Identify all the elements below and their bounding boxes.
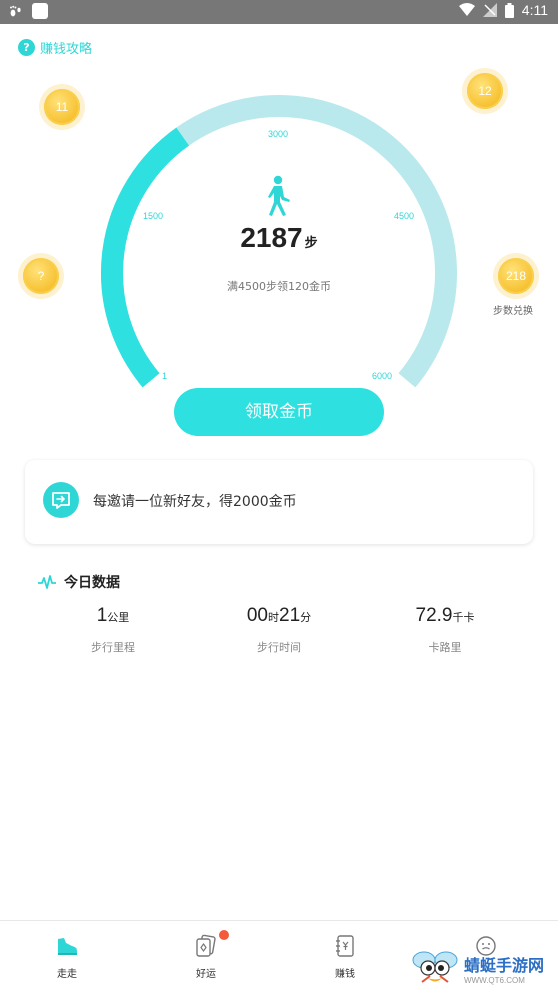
- tab-walk-label: 走走: [57, 969, 77, 980]
- time-hours: 00: [246, 605, 268, 626]
- gauge-tick-label: 1500: [143, 211, 164, 221]
- tab-walk[interactable]: 走走: [27, 933, 107, 980]
- dragonfly-logo-icon: [412, 951, 458, 983]
- time-label: 步行时间: [257, 641, 301, 654]
- pulse-icon: [38, 575, 56, 589]
- distance-stat: 1公里 步行里程: [33, 605, 193, 655]
- gauge-tick-label: 1: [162, 371, 168, 381]
- site-watermark: 蜻蜓手游网 WWW.QT6.COM: [410, 948, 544, 988]
- gauge-tick-label: 3000: [268, 129, 289, 139]
- step-count: 2187 步: [0, 222, 558, 254]
- time-stat: 00时21分 步行时间: [199, 605, 359, 655]
- tab-earn[interactable]: 赚钱: [305, 933, 385, 980]
- sneaker-icon: [58, 938, 77, 955]
- today-title-label: 今日数据: [64, 575, 120, 591]
- watermark-url: WWW.QT6.COM: [464, 975, 525, 985]
- gauge-tick-label: 4500: [394, 211, 415, 221]
- collect-coins-button[interactable]: 领取金币: [174, 388, 384, 436]
- time-minutes-unit: 分: [300, 611, 312, 624]
- gauge-progress: [101, 127, 190, 388]
- tab-earn-label: 赚钱: [335, 969, 355, 980]
- distance-unit: 公里: [107, 611, 130, 624]
- walking-person-icon: [268, 175, 290, 216]
- today-section-title: 今日数据: [38, 572, 120, 592]
- calorie-value: 72.9: [415, 605, 453, 626]
- notification-badge: [219, 930, 229, 940]
- distance-label: 步行里程: [91, 641, 135, 654]
- calorie-stat: 72.9千卡 卡路里: [365, 605, 525, 655]
- invite-text: 每邀请一位新好友，得2000金币: [93, 494, 297, 510]
- watermark-title: 蜻蜓手游网: [464, 955, 545, 975]
- goal-text: 满4500步领120金币: [227, 280, 331, 293]
- cards-icon: [196, 934, 216, 957]
- invite-card[interactable]: 每邀请一位新好友，得2000金币: [25, 460, 533, 544]
- calorie-label: 卡路里: [428, 641, 462, 654]
- calorie-unit: 千卡: [452, 611, 475, 624]
- invite-icon: [43, 482, 79, 518]
- time-hours-unit: 时: [268, 611, 279, 624]
- step-count-value: 2187: [240, 222, 303, 253]
- time-minutes: 21: [279, 605, 301, 626]
- notebook-yen-icon: [336, 935, 354, 957]
- gauge-tick-label: 6000: [372, 371, 393, 381]
- step-count-unit: 步: [304, 236, 318, 251]
- distance-value: 1: [96, 605, 108, 626]
- tab-luck-label: 好运: [196, 969, 216, 980]
- tab-luck[interactable]: 好运: [166, 933, 246, 980]
